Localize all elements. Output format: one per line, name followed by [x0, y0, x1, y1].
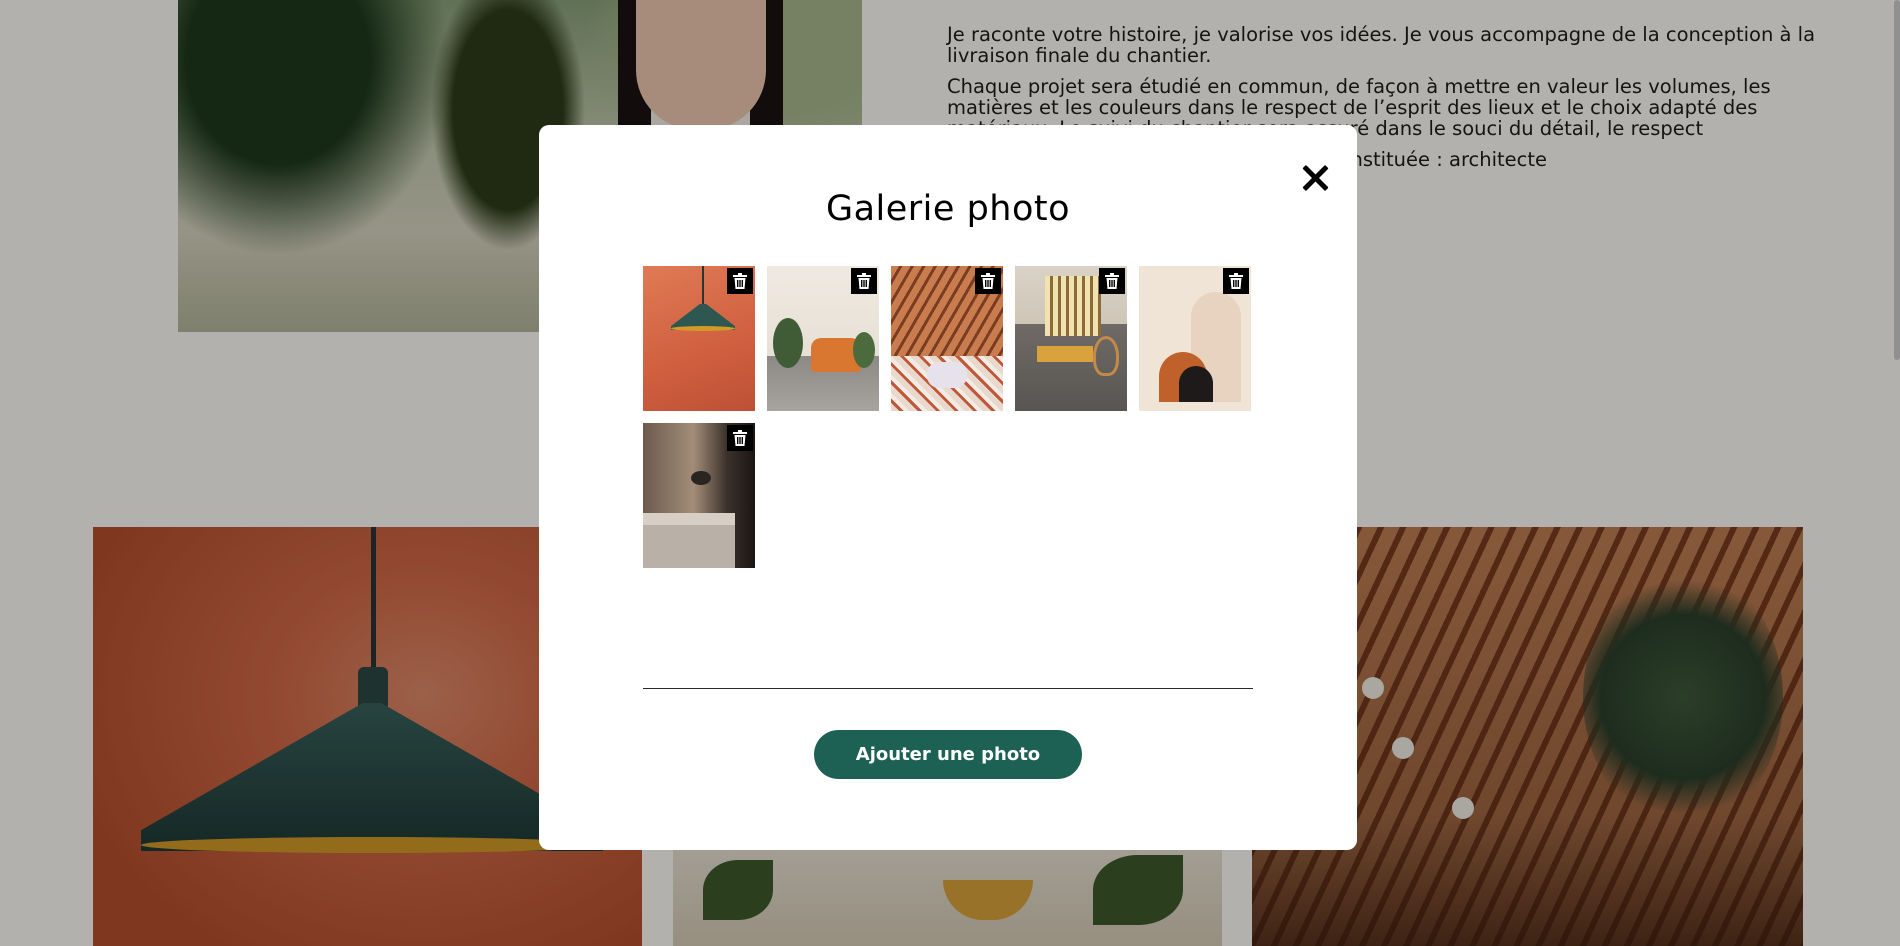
gallery-item[interactable] — [1015, 266, 1127, 411]
gallery-item[interactable] — [767, 266, 879, 411]
trash-icon[interactable] — [1223, 268, 1249, 294]
photo-gallery — [643, 266, 1253, 568]
gallery-item[interactable] — [643, 423, 755, 568]
gallery-item[interactable] — [1139, 266, 1251, 411]
trash-icon[interactable] — [975, 268, 1001, 294]
trash-icon[interactable] — [851, 268, 877, 294]
gallery-item[interactable] — [643, 266, 755, 411]
gallery-item[interactable] — [891, 266, 1003, 411]
modal-title: Galerie photo — [825, 189, 1071, 229]
add-photo-button[interactable]: Ajouter une photo — [814, 730, 1082, 779]
modal-divider — [643, 688, 1253, 689]
trash-icon[interactable] — [1099, 268, 1125, 294]
trash-icon[interactable] — [727, 425, 753, 451]
gallery-modal: Galerie photo Ajouter une photo — [539, 125, 1357, 850]
trash-icon[interactable] — [727, 268, 753, 294]
